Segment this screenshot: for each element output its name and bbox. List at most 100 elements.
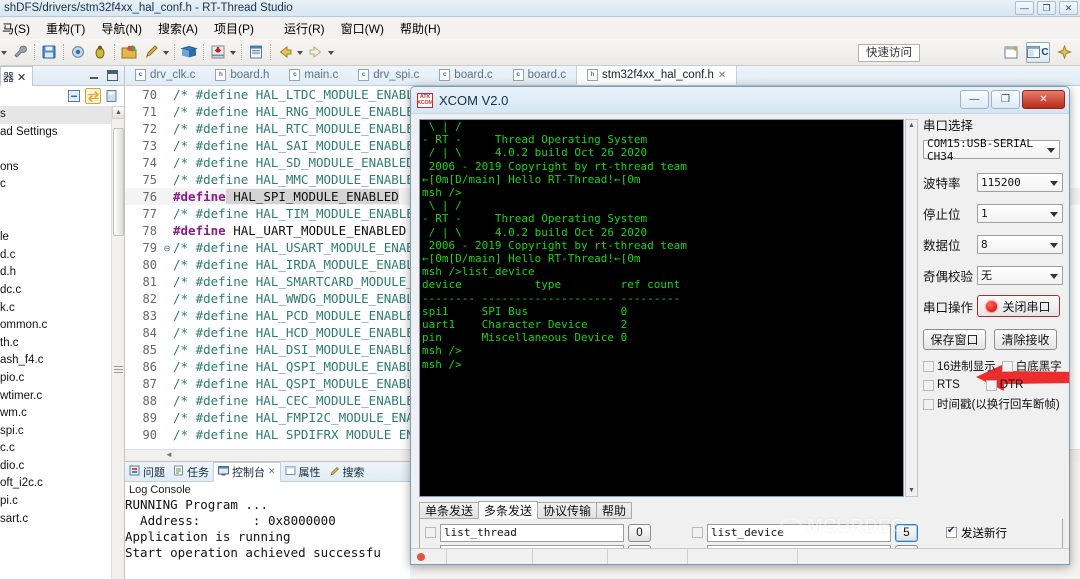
console-tab-search[interactable]: 搜索 bbox=[325, 462, 369, 482]
menu-item-6[interactable]: 窗口(W) bbox=[333, 18, 392, 39]
send-tab-单条发送[interactable]: 单条发送 bbox=[419, 502, 480, 519]
project-tree-scrollbar[interactable]: ▲ bbox=[111, 106, 124, 579]
project-tree-item[interactable]: ad Settings bbox=[0, 124, 124, 142]
back-arrow-icon[interactable] bbox=[276, 43, 294, 61]
fold-marker-icon[interactable]: ⊖ bbox=[161, 240, 173, 257]
menu-item-3[interactable]: 搜索(A) bbox=[150, 18, 206, 39]
toolbar-overflow-caret-icon[interactable] bbox=[0, 43, 9, 61]
project-tree-item[interactable] bbox=[0, 141, 124, 159]
book-icon[interactable] bbox=[180, 43, 198, 61]
send-tab-多条发送[interactable]: 多条发送 bbox=[478, 501, 539, 519]
project-tree-item[interactable]: le bbox=[0, 229, 124, 247]
editor-tab-drv_clk-c[interactable]: c drv_clk.c bbox=[125, 65, 205, 85]
project-tree-item[interactable]: d.c bbox=[0, 247, 124, 265]
project-tree-item[interactable]: c bbox=[0, 176, 124, 194]
clear-receive-button[interactable]: 清除接收 bbox=[994, 329, 1057, 350]
xcom-receive-terminal[interactable]: \ | / - RT - Thread Operating System / | … bbox=[419, 119, 904, 497]
project-tree-item[interactable]: sart.c bbox=[0, 511, 124, 529]
xcom-maximize-button[interactable]: ❐ bbox=[991, 90, 1020, 109]
port-setting-select[interactable]: 115200 bbox=[977, 172, 1063, 192]
flash-dropdown-caret-icon[interactable] bbox=[229, 43, 238, 61]
multisend-send-button-0[interactable]: 0 bbox=[628, 523, 651, 542]
editor-tab-board-c[interactable]: c board.c bbox=[429, 65, 502, 85]
download-flash-icon[interactable] bbox=[209, 43, 227, 61]
xcom-terminal-scrollbar[interactable]: ▲ ▼ bbox=[905, 119, 918, 497]
project-tree-item[interactable] bbox=[0, 194, 124, 212]
paint-brush-icon[interactable] bbox=[142, 43, 160, 61]
panel-minimize-icon[interactable] bbox=[89, 71, 100, 80]
port-select[interactable]: COM15:USB-SERIAL CH34 bbox=[923, 137, 1060, 163]
project-explorer-tab[interactable]: 器 ✕ bbox=[0, 66, 34, 86]
console-tab-problems[interactable]: 问题 bbox=[125, 462, 169, 482]
project-tree-item[interactable]: wtimer.c bbox=[0, 388, 124, 406]
editor-tab-stm32f4xx_hal_conf-h[interactable]: h stm32f4xx_hal_conf.h ✕ bbox=[576, 65, 738, 85]
terminal-icon[interactable] bbox=[247, 43, 265, 61]
multisend-checkbox[interactable] bbox=[692, 527, 703, 538]
send-tab-帮助[interactable]: 帮助 bbox=[596, 502, 633, 519]
hex-display-checkbox[interactable]: 16进制显示 bbox=[923, 358, 996, 374]
project-tree-item[interactable]: pio.c bbox=[0, 370, 124, 388]
console-tab-properties[interactable]: 属性 bbox=[281, 462, 325, 482]
forward-arrow-icon[interactable] bbox=[307, 43, 325, 61]
terminal-scroll-down-icon[interactable]: ▼ bbox=[906, 485, 917, 496]
collapse-all-icon[interactable] bbox=[66, 88, 82, 104]
xcom-minimize-button[interactable]: — bbox=[960, 90, 989, 109]
menu-item-7[interactable]: 帮助(H) bbox=[392, 18, 449, 39]
send-tab-协议传输[interactable]: 协议传输 bbox=[537, 502, 598, 519]
port-setting-select[interactable]: 1 bbox=[977, 203, 1063, 223]
project-tree-item[interactable]: k.c bbox=[0, 300, 124, 318]
console-tab-console[interactable]: 控制台 ✕ bbox=[213, 461, 281, 482]
menu-item-1[interactable]: 重构(T) bbox=[38, 18, 93, 39]
wrench-icon[interactable] bbox=[11, 43, 29, 61]
console-tab-close-icon[interactable]: ✕ bbox=[268, 466, 276, 477]
project-tree[interactable]: s ad Settings ons c le d.c d.h dc.c k.c ommon.c th… bbox=[0, 106, 124, 579]
project-tree-item[interactable]: ommon.c bbox=[0, 317, 124, 335]
paint-dropdown-caret-icon[interactable] bbox=[162, 43, 171, 61]
send-option[interactable]: 发送新行 bbox=[946, 523, 1058, 542]
white-bg-checkbox[interactable]: 白底黑字 bbox=[1001, 358, 1062, 374]
menu-item-0[interactable]: 马(S) bbox=[0, 18, 38, 39]
xcom-close-button[interactable]: ✕ bbox=[1022, 90, 1065, 109]
perspective-c-button[interactable]: C bbox=[1026, 42, 1050, 63]
port-setting-select[interactable]: 8 bbox=[977, 234, 1063, 254]
project-tree-item[interactable]: oft_i2c.c bbox=[0, 475, 124, 493]
scrollbar-thumb[interactable] bbox=[113, 128, 124, 236]
link-with-editor-icon[interactable] bbox=[85, 88, 101, 104]
project-tree-item[interactable]: spi.c bbox=[0, 423, 124, 441]
dtr-checkbox[interactable]: DTR bbox=[985, 379, 1023, 391]
menu-item-4[interactable]: 项目(P) bbox=[206, 18, 262, 39]
save-icon[interactable] bbox=[40, 43, 58, 61]
panel-maximize-icon[interactable] bbox=[107, 70, 118, 81]
project-tree-item[interactable]: dc.c bbox=[0, 282, 124, 300]
menu-item-2[interactable]: 导航(N) bbox=[93, 18, 150, 39]
new-perspective-icon[interactable] bbox=[1002, 43, 1022, 63]
project-tree-item[interactable]: c.c bbox=[0, 440, 124, 458]
editor-tab-board-h[interactable]: h board.h bbox=[205, 65, 279, 85]
close-port-button[interactable]: 关闭串口 bbox=[977, 295, 1060, 317]
open-folder-icon[interactable] bbox=[120, 43, 138, 61]
ide-close-button[interactable]: ✕ bbox=[1059, 1, 1078, 15]
back-dropdown-caret-icon[interactable] bbox=[296, 43, 305, 61]
project-tree-item[interactable]: wm.c bbox=[0, 405, 124, 423]
ide-minimize-button[interactable]: — bbox=[1015, 1, 1034, 15]
timestamp-checkbox[interactable]: 时间戳(以换行回车断帧) bbox=[923, 396, 1063, 412]
project-tree-item[interactable]: s bbox=[0, 106, 124, 124]
project-tree-item[interactable]: d.h bbox=[0, 264, 124, 282]
multisend-input[interactable]: list_thread bbox=[440, 523, 624, 542]
build-gear-icon[interactable] bbox=[69, 43, 87, 61]
project-tree-item[interactable]: th.c bbox=[0, 335, 124, 353]
project-tree-item[interactable]: ash_f4.c bbox=[0, 352, 124, 370]
editor-tab-close-icon[interactable]: ✕ bbox=[718, 70, 726, 81]
project-tree-item[interactable]: dio.c bbox=[0, 458, 124, 476]
scroll-up-arrow-icon[interactable]: ▲ bbox=[112, 106, 124, 119]
ide-maximize-button[interactable]: ❐ bbox=[1037, 1, 1056, 15]
console-tab-tasks[interactable]: 任务 bbox=[169, 462, 213, 482]
view-menu-icon[interactable] bbox=[104, 88, 120, 104]
forward-dropdown-caret-icon[interactable] bbox=[327, 43, 336, 61]
save-window-button[interactable]: 保存窗口 bbox=[923, 329, 986, 350]
project-tree-item[interactable]: ons bbox=[0, 159, 124, 177]
editor-tab-drv_spi-c[interactable]: c drv_spi.c bbox=[348, 65, 429, 85]
editor-tab-board-c[interactable]: c board.c bbox=[503, 65, 576, 85]
rts-checkbox[interactable]: RTS bbox=[923, 379, 960, 391]
project-tree-item[interactable] bbox=[0, 212, 124, 230]
